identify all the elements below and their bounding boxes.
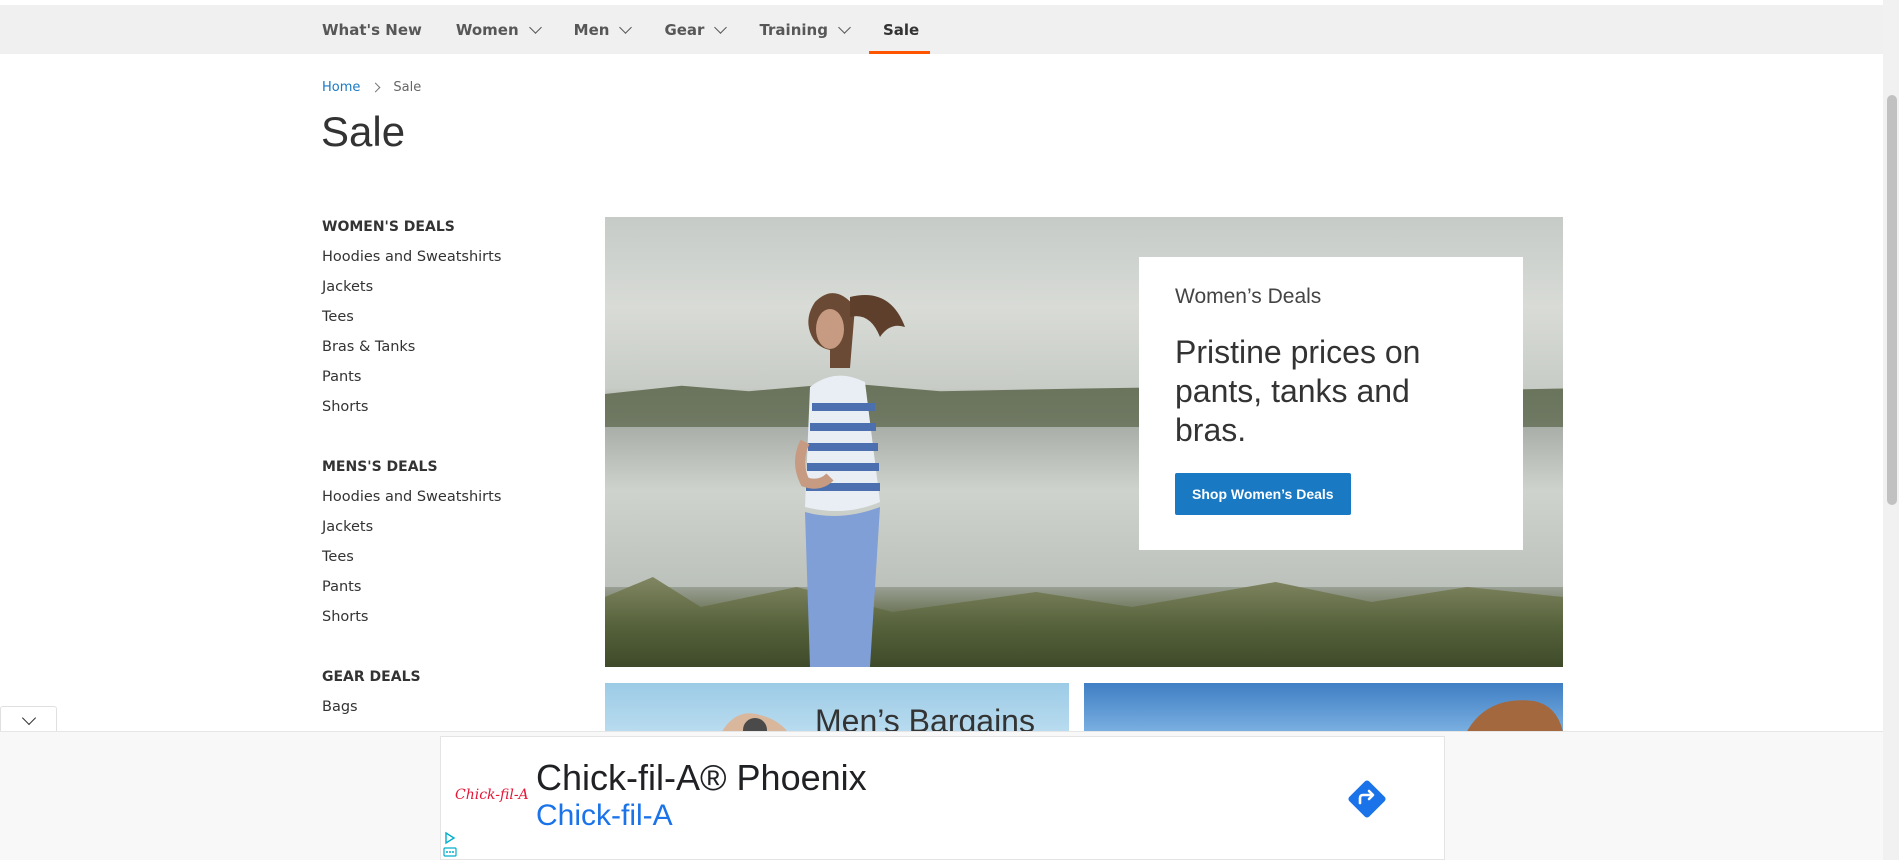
- ad-collapse-toggle[interactable]: [0, 706, 57, 732]
- breadcrumb-home-link[interactable]: Home: [322, 80, 360, 95]
- sidebar-link[interactable]: Pants: [322, 578, 572, 608]
- chevron-down-icon: [528, 20, 542, 34]
- nav-item-label: Training: [759, 20, 828, 39]
- breadcrumb-separator-icon: [370, 82, 381, 93]
- sidebar-link[interactable]: Tees: [322, 548, 572, 578]
- ad-title[interactable]: Chick-fil-A® Phoenix: [536, 757, 867, 799]
- page-title: Sale: [321, 108, 406, 155]
- sidebar-link[interactable]: Jackets: [322, 518, 572, 548]
- sidebar-link[interactable]: Shorts: [322, 398, 572, 428]
- nav-item-sale[interactable]: Sale: [868, 5, 931, 54]
- nav-item-men[interactable]: Men: [573, 5, 633, 54]
- hero-banner[interactable]: Women’s Deals Pristine prices on pants, …: [605, 217, 1563, 667]
- sidebar-link[interactable]: Jackets: [322, 278, 572, 308]
- chevron-down-icon: [21, 710, 37, 726]
- sidebar-group: GEAR DEALS Bags: [322, 668, 572, 728]
- mens-bargains-title: Men’s Bargains: [815, 703, 1035, 731]
- chevron-down-icon: [619, 20, 633, 34]
- scrollbar-thumb[interactable]: [1887, 95, 1897, 505]
- nav-item-label: Men: [573, 20, 610, 39]
- top-navigation: What's New Women Men Gear Training Sale: [0, 5, 1883, 54]
- sidebar-link[interactable]: Bags: [322, 698, 572, 728]
- tile-figure: [722, 713, 787, 731]
- nav-item-gear[interactable]: Gear: [664, 5, 728, 54]
- sidebar-group-heading: WOMEN'S DEALS: [322, 219, 455, 235]
- ad-banner[interactable]: Chick-fil-A Chick-fil-A® Phoenix Chick-f…: [440, 736, 1445, 860]
- adchoices-icon[interactable]: [443, 829, 457, 859]
- hero-card: Women’s Deals Pristine prices on pants, …: [1139, 257, 1523, 550]
- hero-title: Pristine prices on pants, tanks and bras…: [1175, 334, 1421, 448]
- ad-subtitle[interactable]: Chick-fil-A: [536, 799, 673, 833]
- ad-logo: Chick-fil-A: [455, 787, 529, 803]
- sidebar-link[interactable]: Hoodies and Sweatshirts: [322, 248, 572, 278]
- mens-bargains-tile[interactable]: Men’s Bargains: [605, 683, 1069, 731]
- breadcrumb: Home Sale: [322, 80, 421, 95]
- sidebar-group-heading: GEAR DEALS: [322, 669, 421, 685]
- nav-item-training[interactable]: Training: [759, 5, 851, 54]
- sidebar-categories: WOMEN'S DEALS Hoodies and Sweatshirts Jack…: [322, 218, 572, 758]
- shop-womens-deals-button[interactable]: Shop Women’s Deals: [1175, 473, 1351, 515]
- chevron-down-icon: [714, 20, 728, 34]
- sidebar-link[interactable]: Tees: [322, 308, 572, 338]
- runner-figure: [795, 293, 905, 667]
- tile-figure-hair: [1467, 700, 1563, 731]
- nav-item-label: Women: [455, 20, 519, 39]
- sidebar-group-heading: MENS'S DEALS: [322, 459, 438, 475]
- nav-item-label: Gear: [664, 20, 705, 39]
- sidebar-link[interactable]: Hoodies and Sweatshirts: [322, 488, 572, 518]
- nav-item-label: Sale: [882, 20, 920, 39]
- sidebar-link[interactable]: Pants: [322, 368, 572, 398]
- promo-tile[interactable]: [1084, 683, 1563, 731]
- scrollbar[interactable]: [1883, 0, 1899, 860]
- chevron-down-icon: [838, 20, 851, 34]
- nav-item-women[interactable]: Women: [455, 5, 542, 54]
- nav-item-label: What's New: [322, 20, 422, 39]
- sidebar-link[interactable]: Shorts: [322, 608, 572, 638]
- sidebar-group: MENS'S DEALS Hoodies and Sweatshirts Jacke…: [322, 458, 572, 638]
- nav-menu: What's New Women Men Gear Training Sale: [322, 5, 953, 54]
- sidebar-link[interactable]: Bras & Tanks: [322, 338, 572, 368]
- hero-subtitle: Women’s Deals: [1175, 285, 1322, 308]
- directions-icon[interactable]: [1347, 779, 1387, 819]
- sidebar-group: WOMEN'S DEALS Hoodies and Sweatshirts Jack…: [322, 218, 572, 428]
- breadcrumb-current: Sale: [393, 80, 422, 95]
- nav-item-what-s-new[interactable]: What's New: [322, 5, 422, 54]
